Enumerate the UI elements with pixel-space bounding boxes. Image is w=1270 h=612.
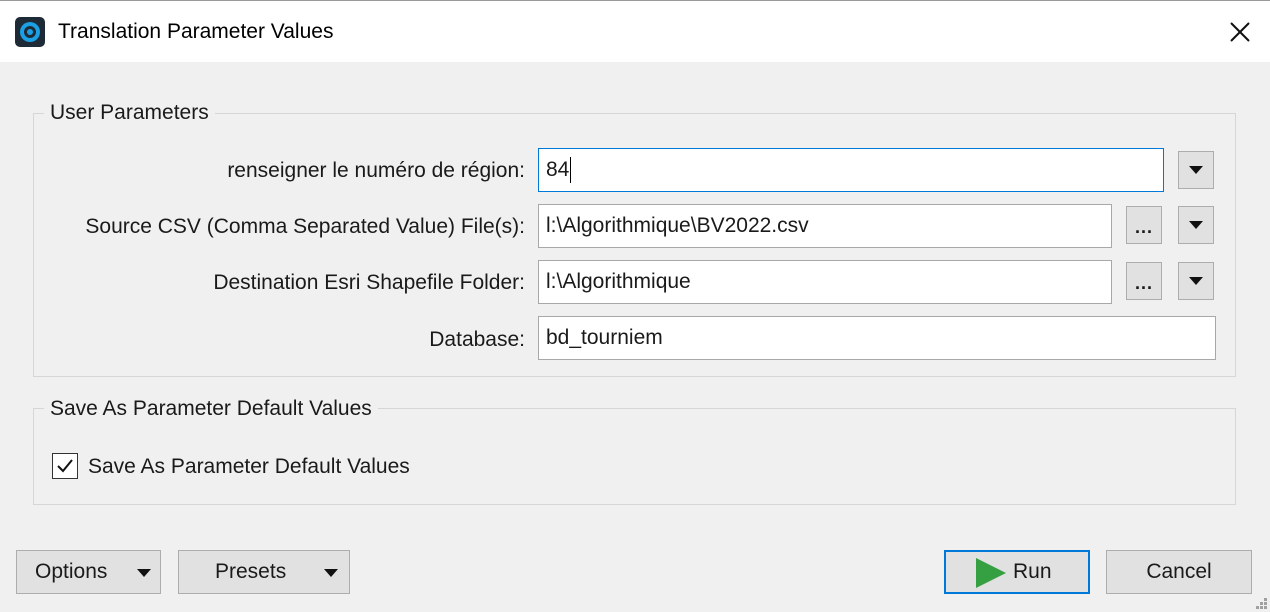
region-number-value: 84	[546, 158, 570, 181]
user-parameters-group-label: User Parameters	[44, 101, 215, 125]
database-label: Database:	[429, 328, 525, 351]
source-csv-label: Source CSV (Comma Separated Value) File(…	[85, 215, 525, 238]
window-title: Translation Parameter Values	[58, 20, 334, 43]
cancel-button[interactable]: Cancel	[1106, 550, 1252, 594]
source-csv-browse-button[interactable]: ...	[1126, 206, 1162, 244]
chevron-down-icon	[137, 569, 151, 577]
region-number-input[interactable]: 84	[538, 148, 1164, 192]
close-icon	[1230, 22, 1250, 42]
destination-folder-dropdown-button[interactable]	[1178, 262, 1214, 300]
options-button-label: Options	[35, 560, 108, 583]
destination-folder-browse-button[interactable]: ...	[1126, 262, 1162, 300]
database-value: bd_tourniem	[546, 326, 663, 349]
save-defaults-group-label: Save As Parameter Default Values	[44, 397, 378, 421]
region-number-dropdown-button[interactable]	[1178, 151, 1214, 189]
source-csv-value: l:\Algorithmique\BV2022.csv	[546, 214, 809, 237]
checkmark-icon	[57, 459, 73, 473]
region-number-label: renseigner le numéro de région:	[227, 159, 525, 182]
database-input[interactable]: bd_tourniem	[538, 316, 1216, 360]
destination-folder-value: l:\Algorithmique	[546, 270, 691, 293]
options-button[interactable]: Options	[16, 550, 161, 594]
chevron-down-icon	[1189, 166, 1203, 174]
save-defaults-checkbox-label[interactable]: Save As Parameter Default Values	[88, 455, 410, 479]
run-button-label: Run	[1013, 560, 1052, 583]
close-button[interactable]	[1220, 13, 1260, 51]
ellipsis-icon: ...	[1134, 216, 1153, 237]
play-icon	[976, 558, 1006, 588]
source-csv-input[interactable]: l:\Algorithmique\BV2022.csv	[538, 204, 1112, 248]
ellipsis-icon: ...	[1134, 272, 1153, 293]
chevron-down-icon	[324, 569, 338, 577]
source-csv-dropdown-button[interactable]	[1178, 206, 1214, 244]
presets-button-label: Presets	[215, 560, 287, 583]
chevron-down-icon	[1189, 277, 1203, 285]
cancel-button-label: Cancel	[1146, 560, 1212, 583]
save-defaults-checkbox[interactable]	[52, 453, 78, 479]
app-logo-icon	[15, 17, 45, 47]
run-button[interactable]: Run	[944, 550, 1090, 594]
destination-folder-input[interactable]: l:\Algorithmique	[538, 260, 1112, 304]
destination-folder-label: Destination Esri Shapefile Folder:	[213, 271, 525, 294]
chevron-down-icon	[1189, 221, 1203, 229]
resize-grip[interactable]	[1250, 592, 1268, 610]
text-caret	[570, 157, 572, 183]
presets-button[interactable]: Presets	[178, 550, 350, 594]
title-bar: Translation Parameter Values	[0, 0, 1270, 62]
